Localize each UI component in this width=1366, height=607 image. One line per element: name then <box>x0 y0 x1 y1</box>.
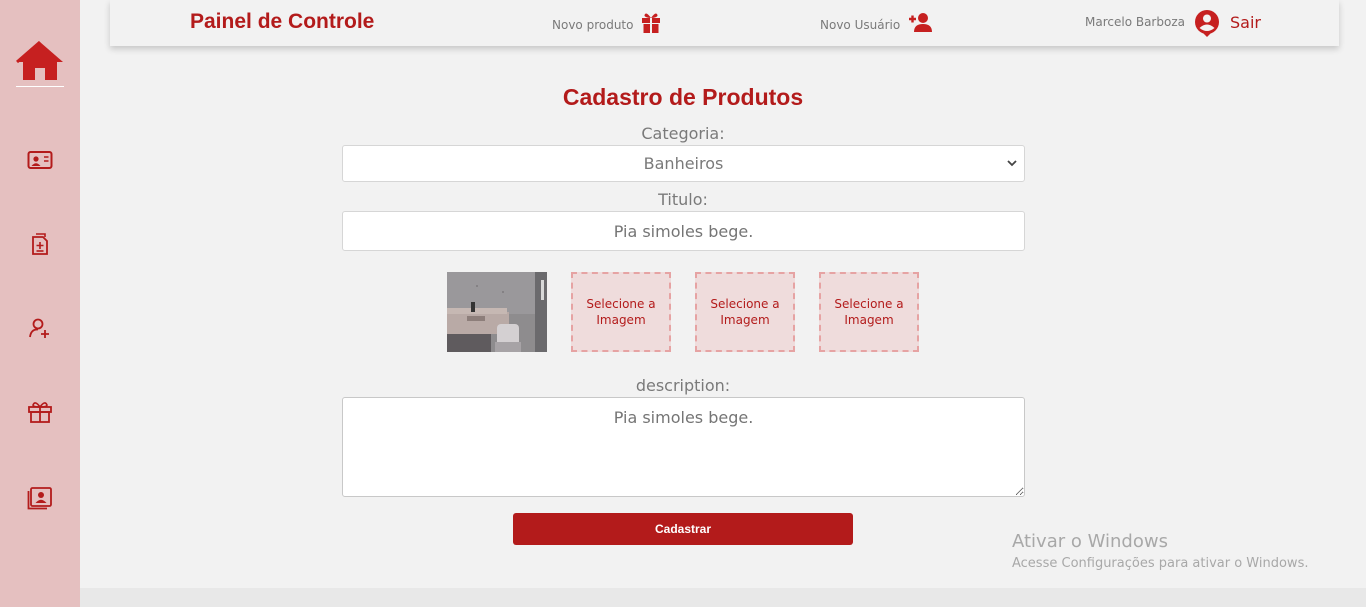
image-slot-4[interactable]: Selecione a Imagem <box>819 272 919 352</box>
user-plus-icon <box>909 13 933 32</box>
logout-link[interactable]: Sair <box>1230 13 1261 32</box>
add-document-icon[interactable] <box>27 232 53 256</box>
title-input[interactable] <box>342 211 1025 251</box>
product-image-preview[interactable] <box>447 272 547 352</box>
add-user-icon[interactable] <box>27 316 53 340</box>
category-selected-value: Banheiros <box>643 154 724 173</box>
sidebar <box>0 0 80 607</box>
description-textarea[interactable] <box>342 397 1025 497</box>
user-name: Marcelo Barboza <box>1085 15 1185 29</box>
contact-card-icon[interactable] <box>27 148 53 172</box>
image-slot-2[interactable]: Selecione a Imagem <box>571 272 671 352</box>
page-title: Cadastro de Produtos <box>562 84 804 110</box>
category-label: Categoria: <box>641 124 725 143</box>
sidebar-divider <box>16 86 64 87</box>
gift-icon <box>642 13 661 33</box>
gift-icon[interactable] <box>27 400 53 424</box>
submit-button[interactable]: Cadastrar <box>513 513 853 545</box>
user-avatar-icon[interactable] <box>1194 9 1220 37</box>
bathroom-sink-photo <box>447 272 547 352</box>
category-select[interactable]: Banheiros <box>342 145 1025 182</box>
home-icon[interactable] <box>15 40 65 82</box>
chevron-down-icon <box>1007 160 1017 167</box>
windows-watermark-title: Ativar o Windows <box>1012 531 1168 552</box>
windows-watermark-subtitle: Acesse Configurações para ativar o Windo… <box>1012 556 1309 571</box>
nav-new-user[interactable]: Novo Usuário <box>820 12 934 34</box>
user-badge-icon[interactable] <box>27 486 53 510</box>
top-navbar: Painel de Controle Novo produto Novo Usu… <box>110 0 1339 46</box>
title-label: Titulo: <box>658 190 708 209</box>
nav-new-product[interactable]: Novo produto <box>552 12 661 34</box>
page-bottom-edge <box>80 588 1366 607</box>
nav-new-product-label: Novo produto <box>552 17 634 32</box>
nav-new-user-label: Novo Usuário <box>820 17 901 32</box>
brand-title[interactable]: Painel de Controle <box>190 10 374 34</box>
description-label: description: <box>635 376 731 395</box>
image-slot-3[interactable]: Selecione a Imagem <box>695 272 795 352</box>
